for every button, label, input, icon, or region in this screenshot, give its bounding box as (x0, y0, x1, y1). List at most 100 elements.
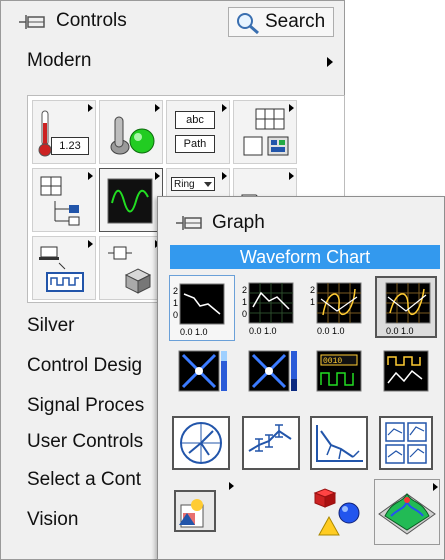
category-control-design[interactable]: Control Desig (27, 355, 142, 385)
path-control-text: Path (183, 138, 207, 150)
waveform-chart-tooltip: Waveform Chart (170, 245, 440, 269)
svg-text:0: 0 (242, 309, 247, 319)
controls-palette-header: Controls Search (1, 1, 344, 41)
search-icon (237, 13, 259, 35)
ex-xy-graph-icon: 0.0 1.0 (375, 276, 437, 338)
io-palette-tile[interactable] (32, 236, 96, 300)
digital-waveform-graph-tile[interactable]: 0010 (307, 343, 373, 409)
category-label: User Controls (27, 431, 144, 452)
category-label: Select a Cont (27, 469, 142, 490)
category-user-controls[interactable]: User Controls (27, 431, 143, 461)
category-label: Vision (27, 509, 79, 530)
intensity-graph-icon (248, 350, 297, 392)
tile-arrow-icon (155, 104, 160, 112)
tile-arrow-icon (222, 104, 227, 112)
graph-subpalette-title: Graph (212, 212, 265, 233)
tree-list-icon (40, 176, 80, 226)
category-label: Control Desig (27, 355, 143, 376)
compass-plot-icon (172, 416, 230, 470)
intensity-graph-tile[interactable] (239, 343, 305, 409)
string-path-palette-tile[interactable]: abc Path (166, 100, 230, 164)
string-control-text: abc (186, 114, 204, 126)
svg-text:2: 2 (242, 285, 247, 295)
intensity-chart-tile[interactable] (169, 343, 235, 409)
3d-shapes-tile[interactable] (307, 479, 373, 545)
tile-arrow-icon (289, 172, 294, 180)
modern-category[interactable]: Modern (1, 45, 344, 79)
svg-text:0010: 0010 (323, 357, 342, 366)
array-cluster-palette-tile[interactable] (233, 100, 297, 164)
ex-xy-graph-tile[interactable]: 0.0 1.0 (374, 275, 440, 341)
tile-arrow-icon (229, 482, 234, 490)
3d-shapes-icon (313, 488, 360, 536)
numeric-display-value: 1.23 (59, 140, 81, 152)
svg-text:0: 0 (173, 310, 178, 320)
category-label: Signal Proces (27, 395, 145, 416)
svg-text:2: 2 (310, 285, 315, 295)
decorations-palette-tile[interactable] (99, 236, 163, 300)
io-waveform-icon (39, 246, 84, 292)
tile-arrow-icon (88, 104, 93, 112)
feather-plot-tile[interactable] (307, 411, 373, 477)
svg-text:0.0 1.0: 0.0 1.0 (386, 326, 414, 336)
variant-icon (108, 246, 132, 260)
error-bar-plot-icon (242, 416, 300, 470)
list-table-tree-palette-tile[interactable] (32, 168, 96, 232)
category-label: Silver (27, 315, 75, 336)
xy-graph-icon: 2 1 0.0 1.0 (310, 282, 362, 336)
category-vision[interactable]: Vision (27, 509, 78, 539)
numeric-display: 1.23 (51, 137, 89, 155)
graph-controls-tile[interactable] (169, 479, 235, 545)
toggle-led-icon (110, 116, 155, 155)
tile-arrow-icon (155, 172, 160, 180)
xy-graph-tile[interactable]: 2 1 0.0 1.0 (307, 275, 373, 341)
controls-palette-title: Controls (56, 10, 127, 31)
tile-arrow-icon (222, 172, 227, 180)
xy-plot-matrix-icon (379, 416, 433, 470)
ring-control-box: Ring (171, 177, 215, 191)
array-matrix-icon (243, 108, 289, 156)
graph-controls-icon (174, 490, 216, 532)
graph-subpalette: Graph Waveform Chart 2 1 0 0.0 1.0 2 1 0… (157, 196, 445, 560)
boolean-palette-tile[interactable] (99, 100, 163, 164)
3d-surface-graph-icon (378, 493, 436, 535)
path-control-box: Path (175, 135, 215, 153)
string-control-box: abc (175, 111, 215, 129)
modern-category-label: Modern (27, 50, 92, 71)
tile-arrow-icon (433, 483, 438, 491)
svg-text:0.0 1.0: 0.0 1.0 (249, 326, 277, 336)
ring-control-text: Ring (174, 179, 195, 190)
dropdown-icon (204, 182, 212, 187)
tile-arrow-icon (88, 240, 93, 248)
error-bar-plot-tile[interactable] (239, 411, 305, 477)
3d-graph-tile[interactable] (374, 479, 440, 545)
digital-waveform-graph-icon: 0010 (316, 350, 362, 392)
feather-plot-icon (310, 416, 368, 470)
search-label: Search (265, 11, 326, 32)
category-silver[interactable]: Silver (27, 315, 75, 345)
svg-text:1: 1 (310, 297, 315, 307)
submenu-arrow-icon (327, 57, 333, 67)
mixed-signal-graph-icon (383, 350, 429, 392)
graph-pin-icon[interactable] (174, 212, 204, 234)
waveform-chart-icon: 2 1 0 0.0 1.0 (173, 283, 225, 337)
waveform-graph-icon (107, 178, 153, 224)
svg-text:0.0 1.0: 0.0 1.0 (180, 327, 208, 337)
xy-plot-matrix-tile[interactable] (374, 411, 440, 477)
category-signal-processing[interactable]: Signal Proces (27, 395, 144, 425)
search-button[interactable]: Search (228, 7, 334, 37)
cube-icon (124, 268, 152, 294)
mixed-signal-graph-tile[interactable] (374, 343, 440, 409)
tile-arrow-icon (289, 104, 294, 112)
svg-text:2: 2 (173, 286, 178, 296)
graph-palette-tile[interactable] (99, 168, 163, 232)
waveform-chart-tile[interactable]: 2 1 0 0.0 1.0 (169, 275, 235, 341)
intensity-chart-icon (178, 350, 227, 392)
svg-text:0.0 1.0: 0.0 1.0 (317, 326, 345, 336)
numeric-palette-tile[interactable]: 1.23 (32, 100, 96, 164)
pin-icon[interactable] (17, 11, 47, 33)
waveform-graph-tile[interactable]: 2 1 0 0.0 1.0 (239, 275, 305, 341)
svg-text:1: 1 (173, 298, 178, 308)
category-select-a-control[interactable]: Select a Cont (27, 469, 141, 499)
compass-plot-tile[interactable] (169, 411, 235, 477)
